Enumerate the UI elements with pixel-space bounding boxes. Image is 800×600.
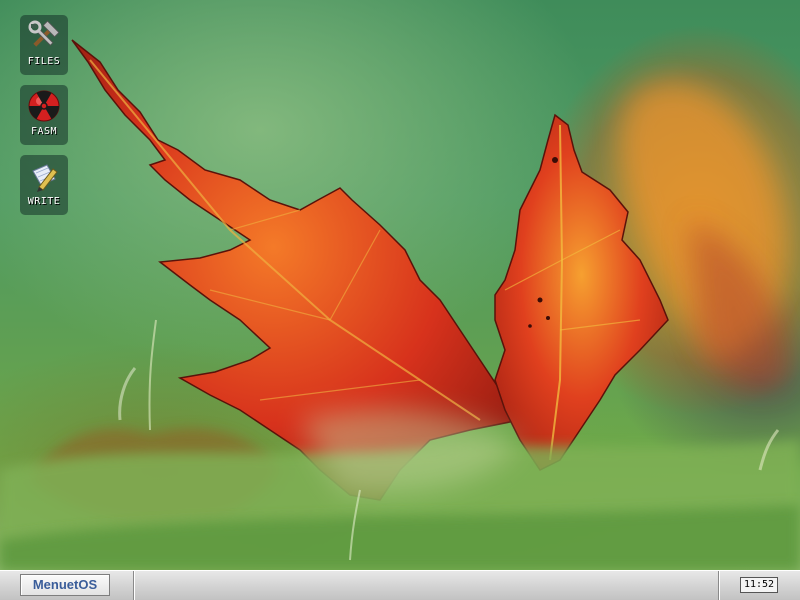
tools-icon [28, 20, 60, 47]
desktop-icon-label: FASM [30, 126, 58, 137]
desktop-icon-files[interactable]: FILES [20, 15, 68, 75]
desktop-icon-write[interactable]: WRITE [20, 155, 68, 215]
start-area: MenuetOS [0, 571, 134, 600]
system-tray: 11:52 [718, 571, 800, 600]
radiation-icon [28, 90, 60, 122]
pen-icon [32, 164, 58, 192]
taskbar: MenuetOS 11:52 [0, 570, 800, 600]
desktop-icon-label: WRITE [27, 196, 61, 207]
desktop-icon-fasm[interactable]: FASM [20, 85, 68, 145]
clock[interactable]: 11:52 [740, 577, 778, 593]
desktop-icon-label: FILES [27, 56, 61, 67]
wallpaper-image [0, 39, 800, 570]
desktop: FILES FASM WRITE [0, 0, 800, 570]
start-menu-button[interactable]: MenuetOS [20, 574, 110, 596]
